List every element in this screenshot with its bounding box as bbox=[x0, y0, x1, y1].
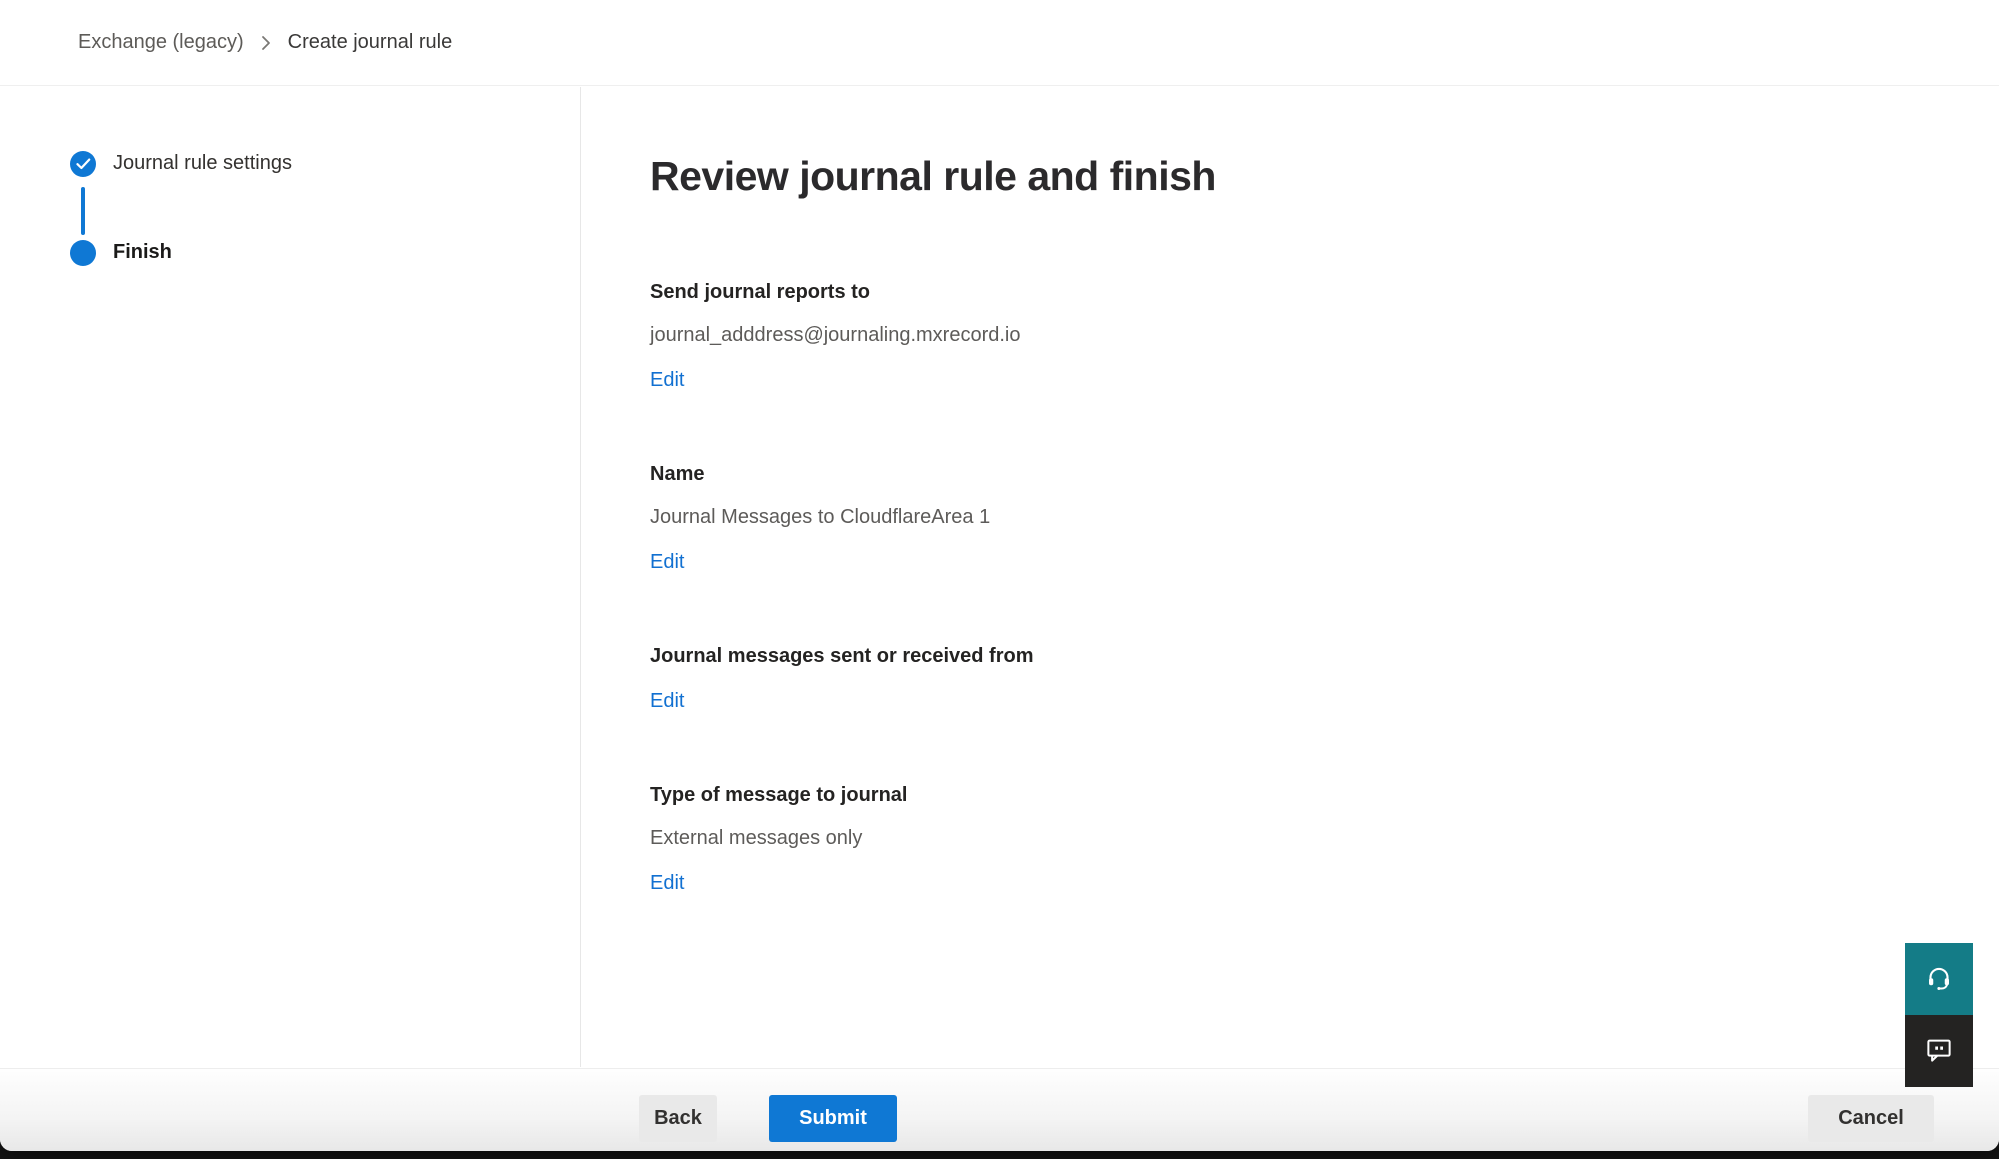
help-support-button[interactable] bbox=[1905, 943, 1973, 1015]
breadcrumb-current-page: Create journal rule bbox=[288, 31, 453, 54]
page-title: Review journal rule and finish bbox=[650, 148, 1999, 204]
filled-circle-icon bbox=[70, 240, 96, 266]
footer-action-bar: Back Submit Cancel bbox=[0, 1068, 1999, 1151]
section-label: Journal messages sent or received from bbox=[650, 642, 1999, 670]
edit-message-type-link[interactable]: Edit bbox=[650, 869, 684, 897]
wizard-steps-panel: Journal rule settings Finish bbox=[0, 87, 581, 1067]
chevron-right-icon bbox=[260, 34, 272, 52]
check-icon bbox=[70, 151, 96, 177]
back-button[interactable]: Back bbox=[639, 1095, 717, 1142]
section-label: Type of message to journal bbox=[650, 781, 1999, 809]
section-value: journal_adddress@journaling.mxrecord.io bbox=[650, 321, 1999, 349]
edit-name-link[interactable]: Edit bbox=[650, 548, 684, 576]
wizard-step-journal-rule-settings[interactable]: Journal rule settings bbox=[70, 150, 292, 177]
section-label: Send journal reports to bbox=[650, 278, 1999, 306]
main-content: Review journal rule and finish Send jour… bbox=[582, 87, 1999, 1067]
feedback-bubble-icon bbox=[1924, 1035, 1954, 1068]
section-label: Name bbox=[650, 460, 1999, 488]
review-section-message-type: Type of message to journal External mess… bbox=[650, 781, 1999, 897]
review-section-send-journal-reports-to: Send journal reports to journal_adddress… bbox=[650, 278, 1999, 394]
wizard-step-label: Finish bbox=[113, 239, 172, 266]
wizard-step-label: Journal rule settings bbox=[113, 150, 292, 177]
step-connector-line bbox=[81, 187, 85, 235]
app-window: Exchange (legacy) Create journal rule Jo… bbox=[0, 0, 1999, 1151]
section-value: Journal Messages to CloudflareArea 1 bbox=[650, 503, 1999, 531]
feedback-button[interactable] bbox=[1905, 1015, 1973, 1087]
review-section-name: Name Journal Messages to CloudflareArea … bbox=[650, 460, 1999, 576]
edit-journal-messages-scope-link[interactable]: Edit bbox=[650, 687, 684, 715]
wizard-step-finish[interactable]: Finish bbox=[70, 239, 172, 266]
breadcrumb-link-exchange-legacy[interactable]: Exchange (legacy) bbox=[78, 31, 244, 54]
headset-icon bbox=[1924, 963, 1954, 996]
cancel-button[interactable]: Cancel bbox=[1808, 1095, 1934, 1142]
edit-send-journal-reports-link[interactable]: Edit bbox=[650, 366, 684, 394]
section-value: External messages only bbox=[650, 824, 1999, 852]
breadcrumb: Exchange (legacy) Create journal rule bbox=[0, 0, 1999, 86]
submit-button[interactable]: Submit bbox=[769, 1095, 897, 1142]
review-section-journal-messages-scope: Journal messages sent or received from E… bbox=[650, 642, 1999, 715]
